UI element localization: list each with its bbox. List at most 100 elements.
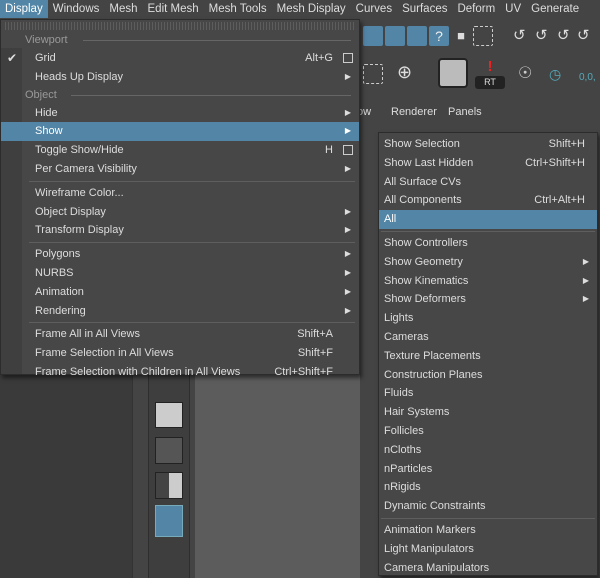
snap-point-icon[interactable]: ↺ xyxy=(557,26,577,46)
menu-item-wireframe-color[interactable]: Wireframe Color... xyxy=(1,184,359,203)
menu-mesh-display[interactable]: Mesh Display xyxy=(272,0,351,18)
four-view-layout-button[interactable] xyxy=(155,437,183,464)
menu-item-hair-systems[interactable]: Hair Systems xyxy=(379,403,597,422)
menu-windows[interactable]: Windows xyxy=(48,0,105,18)
menu-item-show-geometry[interactable]: Show Geometry ▶ xyxy=(379,253,597,272)
menu-item-show-deformers[interactable]: Show Deformers ▶ xyxy=(379,290,597,309)
menu-item-show[interactable]: Show ▶ xyxy=(1,122,359,142)
menu-item-label: Show Controllers xyxy=(384,236,468,249)
component-link-icon[interactable] xyxy=(363,64,383,84)
menu-deform[interactable]: Deform xyxy=(452,0,500,18)
menu-item-follicles[interactable]: Follicles xyxy=(379,422,597,441)
panel-menu-renderer[interactable]: Renderer xyxy=(391,106,437,118)
menu-item-label: Wireframe Color... xyxy=(35,186,124,199)
panel-menu-panels[interactable]: Panels xyxy=(448,106,482,118)
manipulator-icon[interactable] xyxy=(438,58,468,88)
shortcut-label: Shift+H xyxy=(548,138,585,150)
menu-item-label: Per Camera Visibility xyxy=(35,162,137,175)
menu-item-ncloths[interactable]: nCloths xyxy=(379,441,597,460)
menu-item-per-camera-visibility[interactable]: Per Camera Visibility ▶ xyxy=(1,160,359,179)
menu-item-transform-display[interactable]: Transform Display ▶ xyxy=(1,221,359,240)
menu-curves[interactable]: Curves xyxy=(351,0,397,18)
menu-item-animation-markers[interactable]: Animation Markers xyxy=(379,521,597,540)
menu-item-camera-manipulators[interactable]: Camera Manipulators xyxy=(379,559,597,578)
timer-icon[interactable]: ◷ xyxy=(549,64,569,84)
divider xyxy=(71,94,351,96)
menu-item-label: Hair Systems xyxy=(384,406,450,419)
menu-item-rendering[interactable]: Rendering ▶ xyxy=(1,302,359,321)
menu-item-polygons[interactable]: Polygons ▶ xyxy=(1,245,359,264)
menu-item-frame-all-in-all-views[interactable]: Frame All in All Views Shift+A xyxy=(1,325,359,344)
menu-mesh[interactable]: Mesh xyxy=(104,0,142,18)
menu-item-label: Transform Display xyxy=(35,224,124,237)
snap-curve-icon[interactable]: ↺ xyxy=(535,26,555,46)
menu-item-heads-up-display[interactable]: Heads Up Display ▶ xyxy=(1,68,359,87)
menu-generate[interactable]: Generate xyxy=(526,0,584,18)
check-icon: ✔ xyxy=(7,51,18,65)
menu-item-dynamic-constraints[interactable]: Dynamic Constraints xyxy=(379,497,597,516)
submenu-arrow-icon: ▶ xyxy=(344,305,351,315)
menu-item-label: Show xyxy=(35,125,63,138)
menu-item-construction-planes[interactable]: Construction Planes xyxy=(379,366,597,385)
help-icon[interactable]: ? xyxy=(429,26,449,46)
menu-item-grid[interactable]: ✔ Grid Alt+G xyxy=(1,49,359,68)
menu-item-light-manipulators[interactable]: Light Manipulators xyxy=(379,540,597,559)
menu-item-all-components[interactable]: All Components Ctrl+Alt+H xyxy=(379,191,597,210)
menu-item-all-surface-cvs[interactable]: All Surface CVs xyxy=(379,173,597,192)
menu-item-lights[interactable]: Lights xyxy=(379,309,597,328)
snap-view-icon[interactable]: ↺ xyxy=(577,26,597,46)
rt-button[interactable]: RT xyxy=(475,76,505,89)
menu-item-label: Animation xyxy=(35,285,84,298)
menu-item-label: Frame Selection in All Views xyxy=(35,347,174,360)
menu-item-label: Show Kinematics xyxy=(384,274,469,287)
menu-bar: Display Windows Mesh Edit Mesh Mesh Tools Mes… xyxy=(0,0,600,18)
menu-item-label: Fluids xyxy=(384,387,414,400)
select-by-object-icon[interactable] xyxy=(363,26,383,46)
menu-item-nparticles[interactable]: nParticles xyxy=(379,460,597,479)
section-header-viewport: Viewport xyxy=(1,32,359,49)
menu-item-label: Camera Manipulators xyxy=(384,561,490,574)
menu-edit-mesh[interactable]: Edit Mesh xyxy=(143,0,204,18)
menu-item-label: Polygons xyxy=(35,248,81,261)
select-highlight-icon[interactable] xyxy=(473,26,493,46)
option-box-icon[interactable] xyxy=(343,53,353,63)
menu-item-object-display[interactable]: Object Display ▶ xyxy=(1,203,359,222)
joint-icon[interactable]: ☉ xyxy=(518,64,538,84)
menu-item-texture-placements[interactable]: Texture Placements xyxy=(379,347,597,366)
menu-item-hide[interactable]: Hide ▶ xyxy=(1,104,359,123)
target-icon[interactable]: ⊕ xyxy=(397,62,417,82)
menu-item-label: NURBS xyxy=(35,266,74,279)
menu-uv[interactable]: UV xyxy=(500,0,526,18)
outliner-layout-button[interactable] xyxy=(155,505,183,537)
menu-item-animation[interactable]: Animation ▶ xyxy=(1,283,359,302)
menu-item-cameras[interactable]: Cameras xyxy=(379,328,597,347)
menu-display[interactable]: Display xyxy=(0,0,48,18)
render-icon[interactable] xyxy=(407,26,427,46)
submenu-arrow-icon: ▶ xyxy=(344,225,351,235)
option-box-icon[interactable] xyxy=(343,145,353,156)
menu-item-nurbs[interactable]: NURBS ▶ xyxy=(1,264,359,283)
menu-item-label: Heads Up Display xyxy=(35,70,124,83)
menu-item-nrigids[interactable]: nRigids xyxy=(379,478,597,497)
viewport[interactable] xyxy=(195,374,360,578)
menu-item-fluids[interactable]: Fluids xyxy=(379,384,597,403)
lock-icon[interactable]: ■ xyxy=(451,26,471,46)
error-icon: ! xyxy=(487,58,493,75)
menu-item-show-controllers[interactable]: Show Controllers xyxy=(379,234,597,253)
single-view-layout-button[interactable] xyxy=(155,402,183,428)
tear-off-handle[interactable] xyxy=(5,22,355,30)
menu-item-label: nCloths xyxy=(384,443,422,456)
menu-item-all[interactable]: All xyxy=(379,210,597,229)
menu-item-toggle-show-hide[interactable]: Toggle Show/Hide H xyxy=(1,141,359,160)
menu-surfaces[interactable]: Surfaces xyxy=(397,0,452,18)
menu-item-show-last-hidden[interactable]: Show Last Hidden Ctrl+Shift+H xyxy=(379,154,597,173)
select-by-component-icon[interactable] xyxy=(385,26,405,46)
snap-grid-icon[interactable]: ↺ xyxy=(513,26,533,46)
menu-item-label: Toggle Show/Hide xyxy=(35,144,124,157)
menu-item-show-selection[interactable]: Show Selection Shift+H xyxy=(379,135,597,154)
two-view-layout-button[interactable] xyxy=(155,472,183,499)
menu-item-frame-selection-in-all-views[interactable]: Frame Selection in All Views Shift+F xyxy=(1,344,359,363)
menu-mesh-tools[interactable]: Mesh Tools xyxy=(204,0,272,18)
menu-item-frame-selection-with-children-in-all-views[interactable]: Frame Selection with Children in All Vie… xyxy=(1,363,359,382)
menu-item-show-kinematics[interactable]: Show Kinematics ▶ xyxy=(379,272,597,291)
